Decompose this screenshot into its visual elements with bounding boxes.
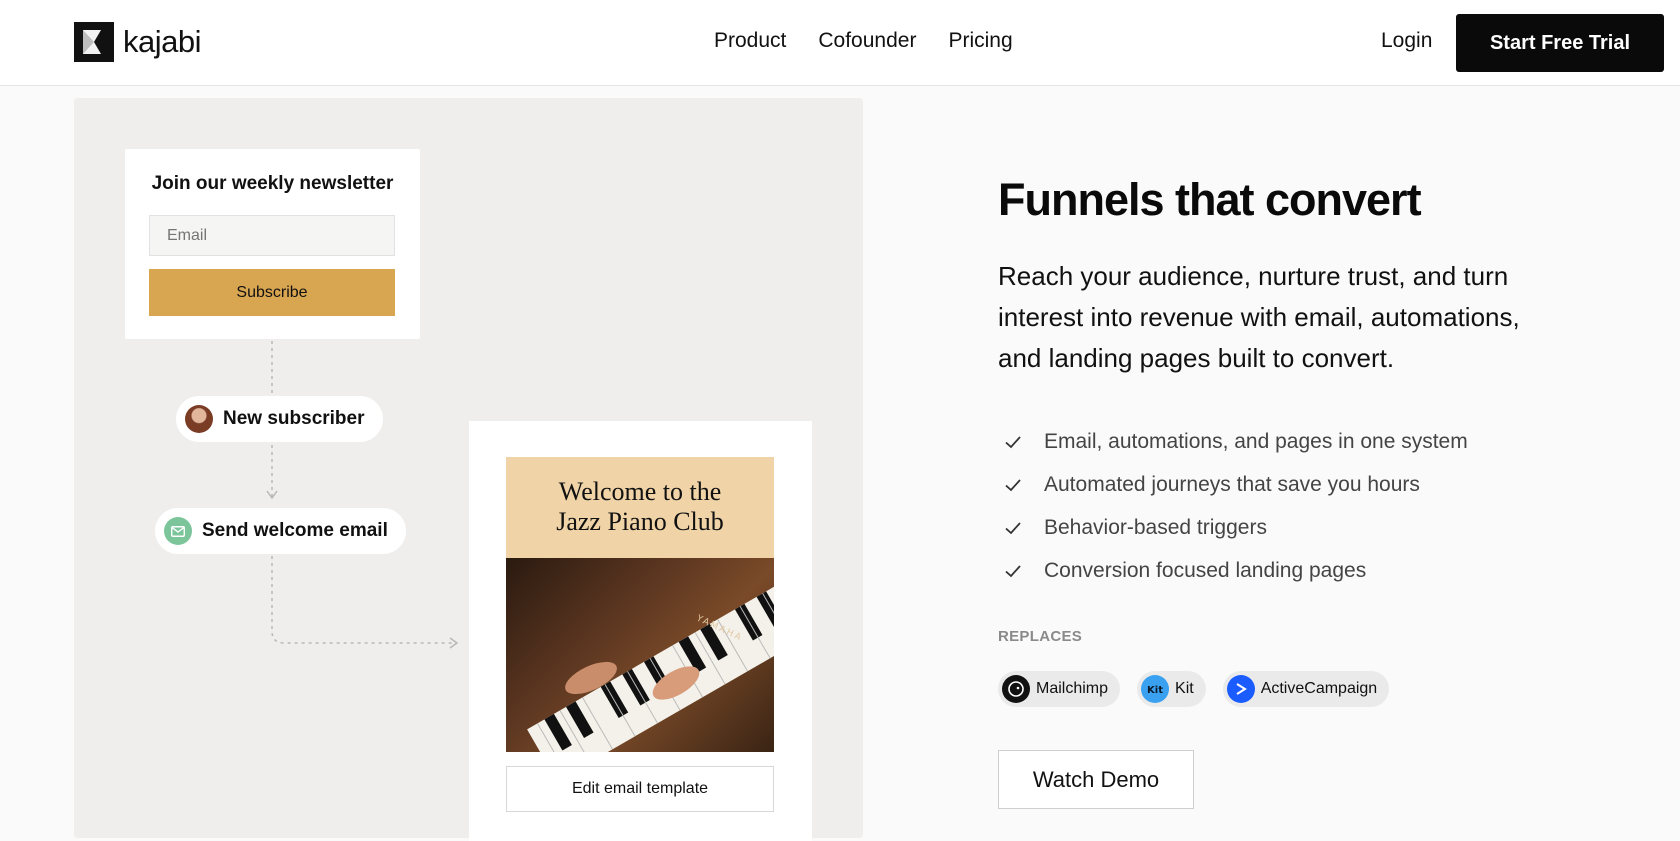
section-title: Funnels that convert xyxy=(998,174,1422,225)
replaces-chip-kit: Kit Kit xyxy=(1137,671,1206,707)
funnel-illustration: Join our weekly newsletter Subscribe New… xyxy=(74,98,863,841)
replaces-chip-mailchimp: Mailchimp xyxy=(998,671,1121,707)
feature-label: Conversion focused landing pages xyxy=(1044,558,1367,582)
newsletter-signup-card: Join our weekly newsletter Subscribe xyxy=(125,149,420,339)
replaces-label: REPLACES xyxy=(998,628,1083,645)
subscribe-button[interactable]: Subscribe xyxy=(149,269,395,316)
feature-list: Email, automations, and pages in one sys… xyxy=(1003,420,1468,592)
feature-item: Automated journeys that save you hours xyxy=(1003,463,1468,506)
nav-item-product[interactable]: Product xyxy=(714,29,786,53)
send-welcome-email-label: Send welcome email xyxy=(202,520,388,541)
chip-label: Mailchimp xyxy=(1036,680,1109,697)
email-preview-card: Welcome to the Jazz Piano Club YAMAHA Ed… xyxy=(469,421,812,841)
nav-item-cofounder[interactable]: Cofounder xyxy=(818,29,916,53)
svg-text:Kit: Kit xyxy=(1147,685,1163,695)
mailchimp-icon xyxy=(1002,675,1030,703)
subscriber-avatar xyxy=(185,405,213,433)
main-nav: Product Cofounder Pricing xyxy=(714,29,1045,53)
email-heading: Welcome to the Jazz Piano Club xyxy=(506,457,774,558)
section-description: Reach your audience, nurture trust, and … xyxy=(998,261,1520,373)
check-icon xyxy=(1005,564,1021,577)
check-icon xyxy=(1005,435,1021,448)
email-heading-line1: Welcome to the xyxy=(558,477,722,506)
nav-item-pricing[interactable]: Pricing xyxy=(948,29,1012,53)
login-link[interactable]: Login xyxy=(1381,29,1432,53)
feature-label: Behavior-based triggers xyxy=(1044,515,1267,539)
feature-label: Email, automations, and pages in one sys… xyxy=(1044,429,1468,453)
replaces-chip-activecampaign: ActiveCampaign xyxy=(1222,671,1390,707)
email-field[interactable] xyxy=(149,215,395,256)
watch-demo-button[interactable]: Watch Demo xyxy=(998,750,1194,809)
feature-item: Conversion focused landing pages xyxy=(1003,549,1468,592)
kajabi-logo-icon xyxy=(74,22,114,62)
piano-photo: YAMAHA xyxy=(506,558,774,752)
start-free-trial-button[interactable]: Start Free Trial xyxy=(1456,14,1664,72)
new-subscriber-step: New subscriber xyxy=(176,396,383,442)
feature-item: Behavior-based triggers xyxy=(1003,506,1468,549)
email-heading-line2: Jazz Piano Club xyxy=(556,507,724,536)
chip-label: ActiveCampaign xyxy=(1260,680,1378,697)
newsletter-title: Join our weekly newsletter xyxy=(151,173,394,194)
feature-label: Automated journeys that save you hours xyxy=(1044,472,1420,496)
mail-icon xyxy=(164,517,192,545)
send-welcome-email-step: Send welcome email xyxy=(155,508,406,554)
email-hero: Welcome to the Jazz Piano Club YAMAHA xyxy=(506,457,774,752)
chip-label: Kit xyxy=(1175,680,1194,697)
site-header: kajabi Product Cofounder Pricing Login S… xyxy=(0,0,1680,86)
feature-item: Email, automations, and pages in one sys… xyxy=(1003,420,1468,463)
edit-email-template-button[interactable]: Edit email template xyxy=(506,766,774,812)
replaces-list: Mailchimp Kit Kit ActiveCampaign xyxy=(998,671,1406,707)
new-subscriber-label: New subscriber xyxy=(223,408,365,429)
check-icon xyxy=(1005,478,1021,491)
activecampaign-icon xyxy=(1226,675,1255,703)
check-icon xyxy=(1005,521,1021,534)
kit-icon: Kit xyxy=(1141,675,1170,703)
logo-text: kajabi xyxy=(123,24,202,59)
logo-link[interactable]: kajabi xyxy=(74,22,202,62)
